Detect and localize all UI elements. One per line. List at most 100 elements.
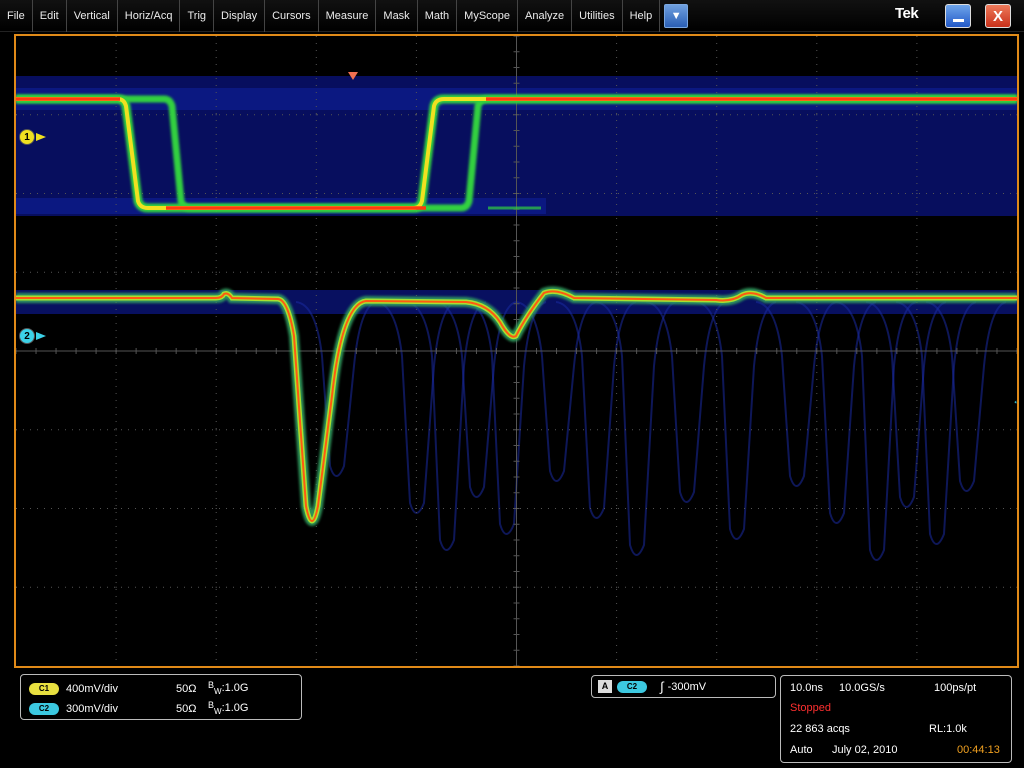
ch2-ghost-trace bbox=[925, 301, 1007, 492]
grid-dot bbox=[415, 271, 417, 273]
menu-myscope[interactable]: MyScope bbox=[457, 0, 519, 32]
menu-help[interactable]: Help bbox=[623, 0, 661, 32]
trigger-position-marker[interactable] bbox=[348, 72, 358, 80]
menu-utilities[interactable]: Utilities bbox=[572, 0, 623, 32]
grid-dot bbox=[415, 114, 417, 116]
grid-dot bbox=[115, 271, 117, 273]
grid-dot bbox=[516, 193, 517, 194]
grid-dot bbox=[115, 350, 117, 352]
grid-dot bbox=[916, 271, 918, 273]
ch2-ghost-traces bbox=[295, 301, 1007, 561]
ch2-arrow-icon bbox=[36, 332, 46, 340]
menu-measure[interactable]: Measure bbox=[319, 0, 377, 32]
grid-dot bbox=[315, 429, 317, 431]
grid-dot bbox=[516, 429, 517, 431]
ch2-ghost-trace bbox=[835, 301, 917, 561]
grid-dot bbox=[1016, 271, 1017, 273]
ch1-ground-marker[interactable]: 1 bbox=[19, 129, 35, 145]
grid-dot bbox=[616, 586, 618, 588]
channel-settings-readout[interactable]: C1 400mV/div 50Ω BW:1.0G C2 300mV/div 50… bbox=[20, 674, 302, 720]
grid-dot bbox=[516, 508, 517, 509]
waveform-display[interactable]: 1 2 ← bbox=[14, 34, 1019, 668]
trigger-readout[interactable]: A C2 ∫ -300mV bbox=[591, 675, 776, 698]
trigger-source-badge: C2 bbox=[617, 680, 647, 693]
grid-dot bbox=[415, 586, 417, 588]
menu-edit[interactable]: Edit bbox=[33, 0, 67, 32]
ch1-arrow-icon bbox=[36, 133, 46, 141]
ch2-badge: C2 bbox=[29, 703, 59, 715]
grid-dot bbox=[16, 586, 17, 588]
trigger-mode-badge: A bbox=[598, 680, 612, 693]
rising-edge-icon: ∫ bbox=[660, 679, 664, 694]
grid-dot bbox=[115, 193, 117, 194]
acquisition-state: Stopped bbox=[790, 702, 831, 714]
grid-dot bbox=[315, 193, 317, 194]
grid-dot bbox=[916, 586, 918, 588]
close-icon: X bbox=[992, 7, 1003, 25]
grid-dot bbox=[516, 586, 517, 588]
trigger-level-value: -300mV bbox=[667, 680, 707, 693]
grid-dot bbox=[916, 193, 918, 194]
grid-dot bbox=[315, 350, 317, 352]
grid-dot bbox=[816, 193, 818, 194]
grid-dot bbox=[115, 508, 117, 509]
trigger-level-marker[interactable]: ← bbox=[1012, 394, 1017, 406]
menu-analyze[interactable]: Analyze bbox=[518, 0, 573, 32]
grid-dot bbox=[616, 350, 618, 352]
grid-dot bbox=[816, 114, 818, 116]
ch2-ground-marker[interactable]: 2 bbox=[19, 328, 35, 344]
menu-dropdown-button[interactable]: ▼ bbox=[664, 3, 689, 28]
grid-dot bbox=[716, 586, 718, 588]
menu-mask[interactable]: Mask bbox=[376, 0, 418, 32]
grid-dot bbox=[215, 114, 217, 116]
grid-dot bbox=[716, 193, 718, 194]
grid-dot bbox=[415, 193, 417, 194]
menu-horiz-acq[interactable]: Horiz/Acq bbox=[118, 0, 181, 32]
chevron-down-icon: ▼ bbox=[670, 9, 682, 22]
grid-dot bbox=[215, 429, 217, 431]
menu-math[interactable]: Math bbox=[418, 0, 458, 32]
grid-dot bbox=[115, 114, 117, 116]
grid-dot bbox=[616, 271, 618, 273]
ch1-volts-per-div: 400mV/div bbox=[66, 683, 118, 695]
grid-dot bbox=[215, 508, 217, 509]
menu-vertical[interactable]: Vertical bbox=[67, 0, 118, 32]
grid-dot bbox=[816, 429, 818, 431]
grid-dot bbox=[215, 271, 217, 273]
grid-dot bbox=[616, 193, 618, 194]
resolution-value: 100ps/pt bbox=[934, 682, 977, 694]
acquisition-readout[interactable]: 10.0ns 10.0GS/s 100ps/pt Stopped 22 863 … bbox=[780, 675, 1012, 763]
grid-dot bbox=[716, 350, 718, 352]
ch1-settings-row[interactable]: C1 400mV/div 50Ω BW:1.0G bbox=[29, 680, 248, 697]
sample-rate-value: 10.0GS/s bbox=[839, 682, 885, 694]
grid-dot bbox=[616, 114, 618, 116]
grid-dot bbox=[816, 271, 818, 273]
acquisition-time: 00:44:13 bbox=[957, 744, 1000, 756]
menu-file[interactable]: File bbox=[0, 0, 33, 32]
grid-dot bbox=[1016, 586, 1017, 588]
trigger-mode: Auto bbox=[790, 744, 813, 756]
grid-dot bbox=[1016, 508, 1017, 509]
grid-dot bbox=[516, 271, 517, 273]
minimize-icon bbox=[952, 18, 964, 22]
menu-trig[interactable]: Trig bbox=[180, 0, 215, 32]
ch1-impedance: 50Ω bbox=[176, 683, 197, 695]
grid-dot bbox=[916, 508, 918, 509]
grid-dot bbox=[415, 350, 417, 352]
grid-dot bbox=[816, 508, 818, 509]
grid-dot bbox=[215, 193, 217, 194]
grid-dot bbox=[215, 586, 217, 588]
timebase-value: 10.0ns bbox=[790, 682, 824, 694]
menu-display[interactable]: Display bbox=[214, 0, 266, 32]
grid-dot bbox=[16, 271, 17, 273]
ch2-settings-row[interactable]: C2 300mV/div 50Ω BW:1.0G bbox=[29, 700, 248, 717]
ch2-impedance: 50Ω bbox=[176, 703, 197, 715]
grid-dot bbox=[16, 350, 17, 352]
close-button[interactable]: X bbox=[985, 4, 1011, 28]
waveform-canvas bbox=[16, 36, 1017, 666]
grid-dot bbox=[215, 350, 217, 352]
menu-cursors[interactable]: Cursors bbox=[265, 0, 319, 32]
acquisition-count: 22 863 acqs bbox=[790, 723, 850, 735]
grid-dot bbox=[716, 114, 718, 116]
minimize-button[interactable] bbox=[945, 4, 971, 28]
